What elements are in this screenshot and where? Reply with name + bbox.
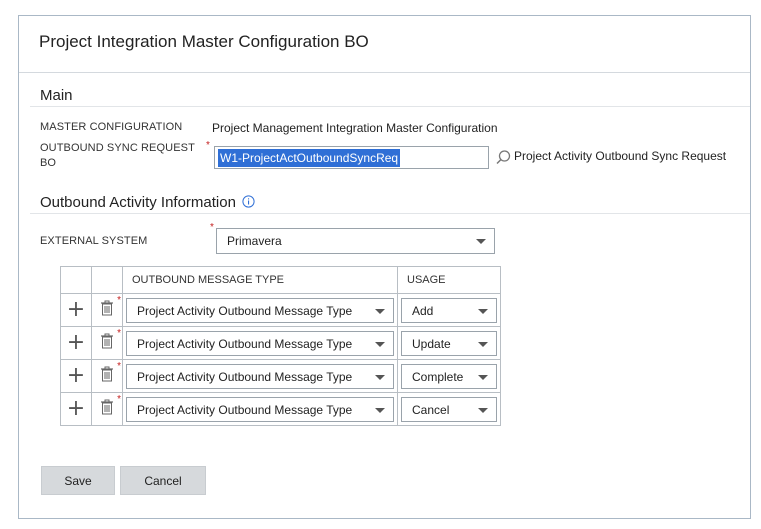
external-system-label: EXTERNAL SYSTEM bbox=[40, 235, 148, 247]
outbound-sync-label-line2: BO bbox=[40, 157, 57, 169]
outbound-sync-input-value: W1-ProjectActOutboundSyncReq bbox=[218, 149, 401, 167]
usage-value: Update bbox=[412, 336, 451, 351]
plus-icon: + bbox=[66, 395, 86, 421]
usage-select[interactable]: Update bbox=[401, 331, 497, 356]
usage-select[interactable]: Add bbox=[401, 298, 497, 323]
chevron-down-icon bbox=[478, 407, 488, 413]
required-marker: * bbox=[117, 361, 121, 372]
chevron-down-icon bbox=[375, 341, 385, 347]
plus-icon: + bbox=[66, 296, 86, 322]
grid-header-row: OUTBOUND MESSAGE TYPE USAGE bbox=[60, 266, 501, 294]
chevron-down-icon bbox=[375, 374, 385, 380]
grid-header-message-type: OUTBOUND MESSAGE TYPE bbox=[122, 266, 398, 294]
external-system-value: Primavera bbox=[227, 234, 282, 248]
outbound-sync-label-line1: OUTBOUND SYNC REQUEST bbox=[40, 142, 195, 154]
message-type-select[interactable]: Project Activity Outbound Message Type bbox=[126, 364, 394, 389]
trash-icon bbox=[101, 399, 113, 414]
message-type-cell: Project Activity Outbound Message Type bbox=[122, 392, 398, 426]
usage-cell: Add bbox=[397, 293, 501, 327]
outbound-sync-label: OUTBOUND SYNC REQUEST BO bbox=[40, 141, 195, 171]
table-row: + * Project Activity Outbound Message Ty… bbox=[60, 359, 501, 393]
required-marker: * bbox=[117, 295, 121, 306]
usage-cell: Cancel bbox=[397, 392, 501, 426]
external-system-required-marker: * bbox=[210, 222, 214, 233]
grid-header-empty-1 bbox=[60, 266, 92, 294]
dialog-title: Project Integration Master Configuration… bbox=[39, 32, 369, 51]
grid-header-empty-2 bbox=[91, 266, 123, 294]
usage-value: Complete bbox=[412, 369, 464, 384]
save-button[interactable]: Save bbox=[41, 466, 115, 495]
master-configuration-label: MASTER CONFIGURATION bbox=[40, 121, 183, 133]
required-marker: * bbox=[117, 328, 121, 339]
plus-icon: + bbox=[66, 329, 86, 355]
outbound-activity-title-text: Outbound Activity Information bbox=[40, 194, 236, 211]
delete-row-button[interactable]: * bbox=[91, 359, 123, 393]
required-marker: * bbox=[117, 394, 121, 405]
plus-icon: + bbox=[66, 362, 86, 388]
table-row: + * Project Activity Outbound Message Ty… bbox=[60, 293, 501, 327]
message-type-value: Project Activity Outbound Message Type bbox=[137, 369, 353, 384]
trash-icon bbox=[101, 300, 113, 315]
message-type-select[interactable]: Project Activity Outbound Message Type bbox=[126, 298, 394, 323]
outbound-sync-input[interactable]: W1-ProjectActOutboundSyncReq bbox=[214, 146, 489, 169]
chevron-down-icon bbox=[478, 308, 488, 314]
chevron-down-icon bbox=[478, 374, 488, 380]
table-row: + * Project Activity Outbound Message Ty… bbox=[60, 392, 501, 426]
table-row: + * Project Activity Outbound Message Ty… bbox=[60, 326, 501, 360]
info-icon[interactable] bbox=[242, 195, 255, 208]
message-type-cell: Project Activity Outbound Message Type bbox=[122, 293, 398, 327]
add-row-button[interactable]: + bbox=[60, 326, 92, 360]
message-type-grid: OUTBOUND MESSAGE TYPE USAGE + * Project … bbox=[60, 266, 520, 446]
trash-icon bbox=[101, 366, 113, 381]
message-type-value: Project Activity Outbound Message Type bbox=[137, 402, 353, 417]
master-configuration-value: Project Management Integration Master Co… bbox=[212, 121, 498, 135]
search-icon[interactable] bbox=[495, 149, 512, 166]
delete-row-button[interactable]: * bbox=[91, 293, 123, 327]
usage-select[interactable]: Complete bbox=[401, 364, 497, 389]
delete-row-button[interactable]: * bbox=[91, 392, 123, 426]
trash-icon bbox=[101, 333, 113, 348]
section-title-outbound-activity: Outbound Activity Information bbox=[40, 194, 255, 211]
external-system-select[interactable]: Primavera bbox=[216, 228, 495, 254]
message-type-cell: Project Activity Outbound Message Type bbox=[122, 326, 398, 360]
chevron-down-icon bbox=[476, 239, 486, 244]
usage-cell: Complete bbox=[397, 359, 501, 393]
section-divider-outbound-activity bbox=[30, 213, 750, 214]
message-type-value: Project Activity Outbound Message Type bbox=[137, 336, 353, 351]
usage-select[interactable]: Cancel bbox=[401, 397, 497, 422]
grid-header-usage: USAGE bbox=[397, 266, 501, 294]
message-type-cell: Project Activity Outbound Message Type bbox=[122, 359, 398, 393]
outbound-sync-required-marker: * bbox=[206, 140, 210, 151]
section-divider-main bbox=[30, 106, 750, 107]
usage-cell: Update bbox=[397, 326, 501, 360]
usage-value: Cancel bbox=[412, 402, 450, 417]
cancel-button[interactable]: Cancel bbox=[120, 466, 206, 495]
chevron-down-icon bbox=[375, 407, 385, 413]
section-title-main: Main bbox=[40, 87, 73, 104]
message-type-select[interactable]: Project Activity Outbound Message Type bbox=[126, 331, 394, 356]
delete-row-button[interactable]: * bbox=[91, 326, 123, 360]
message-type-select[interactable]: Project Activity Outbound Message Type bbox=[126, 397, 394, 422]
chevron-down-icon bbox=[478, 341, 488, 347]
message-type-value: Project Activity Outbound Message Type bbox=[137, 303, 353, 318]
title-divider bbox=[19, 72, 750, 73]
usage-value: Add bbox=[412, 303, 434, 318]
add-row-button[interactable]: + bbox=[60, 293, 92, 327]
outbound-sync-description: Project Activity Outbound Sync Request bbox=[514, 149, 727, 163]
add-row-button[interactable]: + bbox=[60, 392, 92, 426]
add-row-button[interactable]: + bbox=[60, 359, 92, 393]
chevron-down-icon bbox=[375, 308, 385, 314]
